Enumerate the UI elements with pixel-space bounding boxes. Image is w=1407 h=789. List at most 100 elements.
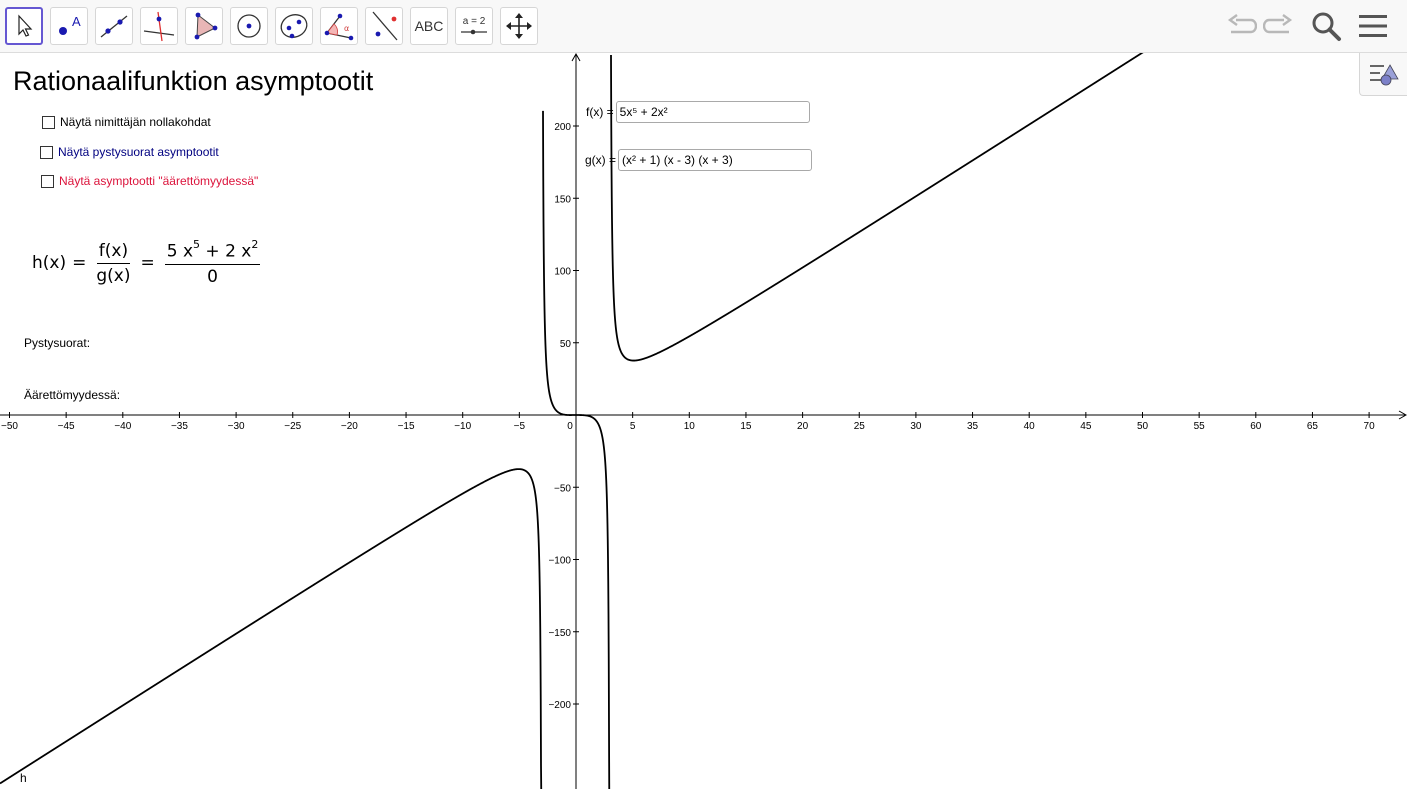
- undo-icon: [1227, 14, 1257, 34]
- point-icon: A: [59, 14, 81, 35]
- svg-text:−25: −25: [284, 421, 301, 432]
- redo-button[interactable]: [1262, 7, 1294, 45]
- svg-text:20: 20: [797, 421, 809, 432]
- svg-text:150: 150: [554, 194, 571, 205]
- svg-text:15: 15: [740, 421, 752, 432]
- checkbox-asymptote-at-infinity[interactable]: Näytä asymptootti "äärettömyydessä": [41, 174, 258, 188]
- polygon-icon: [194, 12, 218, 40]
- text-tool-label: ABC: [414, 18, 444, 34]
- svg-text:30: 30: [910, 421, 922, 432]
- svg-text:−100: −100: [548, 556, 571, 567]
- page-title: Rationaalifunktion asymptootit: [13, 66, 374, 96]
- svg-text:200: 200: [554, 122, 571, 133]
- style-bar-icon: [1369, 64, 1399, 86]
- search-icon: [1312, 12, 1341, 41]
- svg-text:65: 65: [1307, 421, 1319, 432]
- x-tick: 0: [567, 421, 573, 432]
- cursor-arrow-icon: [18, 14, 33, 37]
- svg-text:35: 35: [967, 421, 979, 432]
- move-view-tool-button[interactable]: [500, 7, 538, 45]
- svg-text:10: 10: [684, 421, 696, 432]
- circle-icon: [237, 14, 261, 38]
- undo-button[interactable]: [1226, 7, 1258, 45]
- formula-fraction-expanded: 5 x5 + 2 x2 0: [164, 238, 261, 287]
- y-tick: −150: [548, 628, 579, 639]
- vertical-asymptotes-label: Pystysuorat:: [24, 336, 91, 350]
- f-input-field[interactable]: 5x⁵ + 2x²: [615, 101, 810, 123]
- svg-text:−150: −150: [548, 628, 571, 639]
- checkbox-denominator-zeros[interactable]: Näytä nimittäjän nollakohdat: [42, 115, 211, 129]
- checkbox-vertical-asymptotes[interactable]: Näytä pystysuorat asymptootit: [40, 145, 219, 159]
- svg-text:5: 5: [630, 421, 636, 432]
- checkbox-label: Näytä pystysuorat asymptootit: [58, 145, 219, 159]
- svg-text:A: A: [72, 14, 81, 29]
- polygon-tool-button[interactable]: [185, 7, 223, 45]
- perpendicular-tool-button[interactable]: [140, 7, 178, 45]
- y-tick: 150: [554, 194, 579, 205]
- perpendicular-line-icon: [143, 11, 175, 42]
- svg-text:−15: −15: [398, 421, 415, 432]
- text-tool-button[interactable]: ABC: [410, 7, 448, 45]
- svg-text:60: 60: [1250, 421, 1262, 432]
- svg-text:−50: −50: [554, 483, 571, 494]
- circle-tool-button[interactable]: [230, 7, 268, 45]
- svg-text:100: 100: [554, 267, 571, 278]
- svg-text:50: 50: [560, 339, 572, 350]
- svg-text:70: 70: [1364, 421, 1376, 432]
- svg-text:55: 55: [1194, 421, 1206, 432]
- svg-text:−20: −20: [341, 421, 358, 432]
- f-input-label: f(x) =: [586, 105, 614, 119]
- move-arrows-icon: [506, 13, 532, 39]
- svg-text:−30: −30: [228, 421, 245, 432]
- svg-text:−40: −40: [114, 421, 131, 432]
- line-tool-button[interactable]: [95, 7, 133, 45]
- angle-icon: α: [324, 13, 354, 41]
- ellipse-icon: [280, 14, 308, 39]
- g-input-field[interactable]: (x² + 1) (x - 3) (x + 3): [618, 149, 813, 171]
- svg-text:−50: −50: [1, 421, 18, 432]
- y-tick: −200: [548, 700, 579, 711]
- style-bar-toggle[interactable]: [1359, 53, 1407, 96]
- f-input-row: f(x) = 5x⁵ + 2x²: [586, 101, 810, 123]
- formula-fraction-symbolic: f(x) g(x): [96, 240, 131, 286]
- svg-text:−10: −10: [454, 421, 471, 432]
- ellipse-tool-button[interactable]: [275, 7, 313, 45]
- svg-text:−45: −45: [58, 421, 75, 432]
- y-axis-ticks: −200 −150 −100 −50 50 100 150 200: [548, 122, 579, 711]
- checkbox-label: Näytä nimittäjän nollakohdat: [60, 115, 211, 129]
- y-tick: 200: [554, 122, 579, 133]
- svg-text:40: 40: [1024, 421, 1036, 432]
- slider-icon: a = 2: [460, 16, 488, 36]
- y-tick: −50: [554, 483, 579, 494]
- checkbox-label: Näytä asymptootti "äärettömyydessä": [59, 174, 259, 188]
- checkbox-box[interactable]: [41, 174, 54, 188]
- infinity-asymptote-label: Äärettömyydessä:: [24, 388, 121, 402]
- svg-text:−5: −5: [514, 421, 526, 432]
- formula-lhs: h(x): [32, 253, 67, 274]
- hamburger-menu-icon: [1359, 15, 1387, 37]
- angle-tool-button[interactable]: α: [320, 7, 358, 45]
- svg-text:25: 25: [854, 421, 866, 432]
- checkbox-box[interactable]: [42, 115, 55, 129]
- redo-icon: [1263, 14, 1293, 34]
- reflect-tool-button[interactable]: [365, 7, 403, 45]
- toolbar: A α ABC a = 2: [0, 0, 1407, 53]
- reflect-line-icon: [372, 11, 398, 41]
- y-tick: −100: [548, 556, 579, 567]
- y-tick: 100: [554, 267, 579, 278]
- svg-text:45: 45: [1080, 421, 1092, 432]
- svg-text:α: α: [344, 24, 349, 33]
- formula-h: h(x) = f(x) g(x) = 5 x5 + 2 x2 0: [32, 238, 261, 287]
- curve-label-h: h: [20, 771, 27, 785]
- point-tool-button[interactable]: A: [50, 7, 88, 45]
- svg-text:−200: −200: [548, 700, 571, 711]
- slider-tool-button[interactable]: a = 2: [455, 7, 493, 45]
- g-input-row: g(x) = (x² + 1) (x - 3) (x + 3): [585, 149, 813, 171]
- checkbox-box[interactable]: [40, 145, 53, 159]
- svg-text:50: 50: [1137, 421, 1149, 432]
- search-button[interactable]: [1308, 7, 1344, 45]
- move-tool-button[interactable]: [5, 7, 43, 45]
- svg-text:−35: −35: [171, 421, 188, 432]
- main-menu-button[interactable]: [1356, 7, 1390, 45]
- svg-text:0: 0: [567, 421, 573, 432]
